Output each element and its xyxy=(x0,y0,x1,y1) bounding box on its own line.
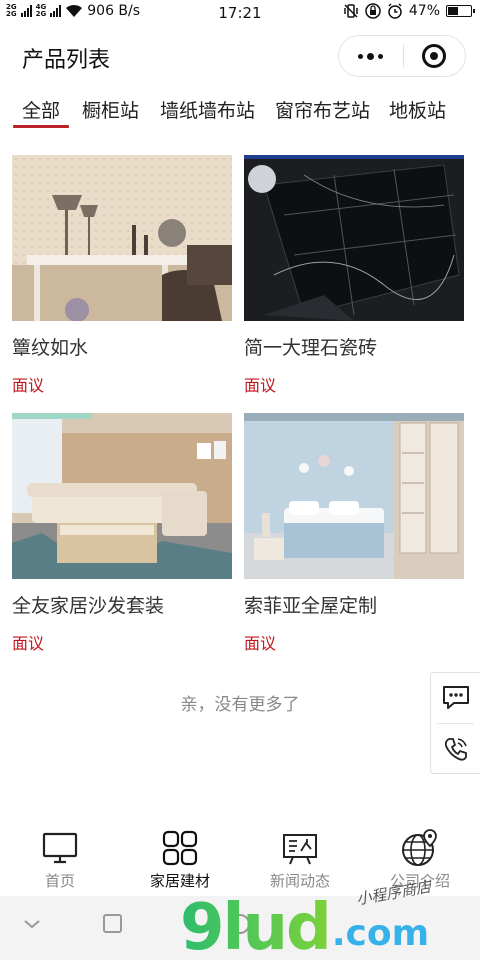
more-options-button[interactable] xyxy=(339,35,403,77)
tab-flooring[interactable]: 地板站 xyxy=(389,96,446,123)
product-card[interactable]: 全友家居沙发套装 面议 xyxy=(12,413,232,654)
grid-icon xyxy=(162,830,198,866)
recent-apps-button[interactable] xyxy=(103,914,122,933)
product-price: 面议 xyxy=(12,634,45,653)
battery-percent: 47% xyxy=(408,3,440,19)
tab-home[interactable]: 首页 xyxy=(0,828,120,891)
product-card[interactable]: 简一大理石瓷砖 面议 xyxy=(244,155,464,396)
product-image[interactable] xyxy=(12,155,232,321)
more-dots-icon xyxy=(358,53,364,59)
product-card[interactable]: 簟纹如水 面议 xyxy=(12,155,232,396)
product-price: 面议 xyxy=(244,376,277,395)
watermark-main: 9lud xyxy=(180,891,332,960)
customer-service-button[interactable] xyxy=(431,673,480,723)
watermark-logo: 9lud .com 小程序商店 xyxy=(180,878,432,960)
tab-home-label: 首页 xyxy=(44,872,75,890)
tab-all[interactable]: 全部 xyxy=(22,96,60,123)
miniprogram-capsule xyxy=(338,35,466,77)
floating-contact-bar xyxy=(430,672,480,774)
globe-pin-icon xyxy=(402,829,437,866)
product-image[interactable] xyxy=(244,155,464,321)
news-board-icon xyxy=(283,834,317,865)
product-image[interactable] xyxy=(12,413,232,579)
status-right: 47% xyxy=(343,3,475,19)
product-card[interactable]: 索菲亚全屋定制 面议 xyxy=(244,413,464,654)
chat-bubble-icon xyxy=(443,686,469,709)
tab-wallpaper[interactable]: 墙纸墙布站 xyxy=(160,96,255,123)
tab-curtain[interactable]: 窗帘布艺站 xyxy=(275,96,370,123)
category-tabs: 全部 橱柜站 墙纸墙布站 窗帘布艺站 地板站 xyxy=(0,88,480,132)
battery-icon xyxy=(446,5,475,17)
product-name[interactable]: 索菲亚全屋定制 xyxy=(244,591,464,618)
product-name[interactable]: 全友家居沙发套装 xyxy=(12,591,232,618)
watermark-domain: .com xyxy=(331,913,430,954)
product-price: 面议 xyxy=(244,634,277,653)
product-image[interactable] xyxy=(244,413,464,579)
phone-icon xyxy=(444,738,467,761)
product-price: 面议 xyxy=(12,376,45,395)
monitor-icon xyxy=(42,832,78,864)
active-tab-indicator xyxy=(13,125,69,128)
watermark-tagline: 小程序商店 xyxy=(355,877,433,909)
product-name[interactable]: 简一大理石瓷砖 xyxy=(244,333,464,360)
tab-cabinet[interactable]: 橱柜站 xyxy=(82,96,139,123)
list-end-text: 亲，没有更多了 xyxy=(180,695,300,715)
close-miniprogram-button[interactable] xyxy=(403,35,465,77)
call-button[interactable] xyxy=(431,724,480,774)
lock-rotation-icon xyxy=(365,3,381,19)
target-close-icon xyxy=(422,44,447,68)
page-title: 产品列表 xyxy=(22,48,111,73)
vibrate-mute-icon xyxy=(344,4,358,18)
product-name[interactable]: 簟纹如水 xyxy=(12,333,232,360)
alarm-icon xyxy=(388,3,402,19)
status-bar: 2G 2G 4G 2G 906 B/s 17:21 47% xyxy=(0,0,480,26)
nav-header: 产品列表 xyxy=(0,26,480,88)
chevron-down-icon[interactable] xyxy=(22,918,42,930)
